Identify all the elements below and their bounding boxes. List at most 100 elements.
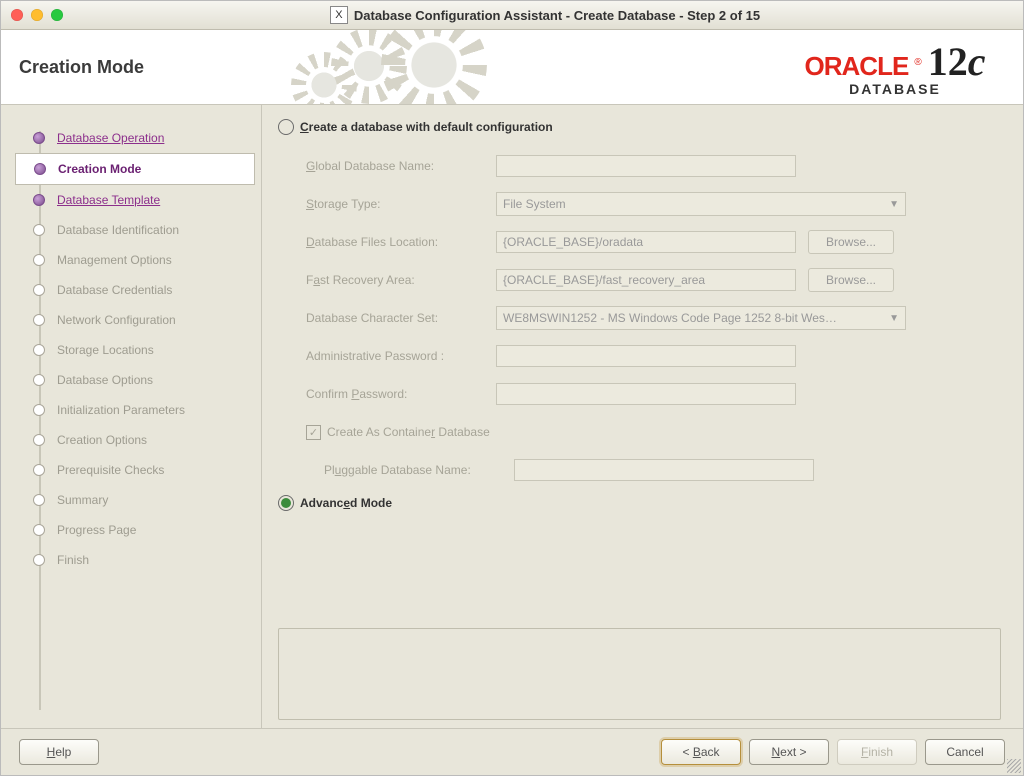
step-bullet [33,254,45,266]
input-confirm-password [496,383,796,405]
step-8: Database Options [15,365,255,395]
step-10: Creation Options [15,425,255,455]
label-character-set: Database Character Set: [306,311,496,325]
footer-bar: Help < Back Next > Finish Cancel [1,728,1023,775]
radio-default-config[interactable] [278,119,294,135]
label-global-db-name: Global Database Name: [306,159,496,173]
titlebar: X Database Configuration Assistant - Cre… [1,1,1023,30]
header-graphic [279,30,785,104]
label-fast-recovery-area: Fast Recovery Area: [306,273,496,287]
input-db-files-location [496,231,796,253]
step-3: Database Identification [15,215,255,245]
step-4: Management Options [15,245,255,275]
label-storage-type: Storage Type: [306,197,496,211]
checkbox-container-db: ✓ Create As Container Database [306,425,490,440]
input-global-db-name [496,155,796,177]
step-bullet [33,284,45,296]
next-button[interactable]: Next > [749,739,829,765]
close-window-button[interactable] [11,9,23,21]
step-6: Network Configuration [15,305,255,335]
chevron-down-icon: ▼ [889,313,899,324]
radio-default-config-label: Create a database with default configura… [300,120,553,134]
radio-advanced-mode-label: Advanced Mode [300,496,392,510]
step-label: Finish [57,553,89,567]
browse-db-files-button: Browse... [808,230,894,254]
input-fast-recovery-area [496,269,796,291]
step-bullet [33,132,45,144]
step-label: Progress Page [57,523,136,537]
step-sidebar: Database Operation Creation Mode Database … [1,105,261,728]
step-12: Summary [15,485,255,515]
step-label: Management Options [57,253,172,267]
step-bullet [33,194,45,206]
step-bullet [34,163,46,175]
content-pane: Create a database with default configura… [261,105,1023,728]
step-bullet [33,344,45,356]
step-label: Network Configuration [57,313,176,327]
step-link[interactable]: Creation Mode [58,162,141,176]
option-advanced-mode[interactable]: Advanced Mode [278,495,1001,511]
label-confirm-password: Confirm Password: [306,387,496,401]
label-db-files-location: Database Files Location: [306,235,496,249]
step-bullet [33,434,45,446]
window-frame: X Database Configuration Assistant - Cre… [0,0,1024,776]
cancel-button[interactable]: Cancel [925,739,1005,765]
step-bullet [33,464,45,476]
option-default-config[interactable]: Create a database with default configura… [278,119,1001,135]
checkbox-cdb: ✓ [306,425,321,440]
step-label: Creation Options [57,433,147,447]
input-pluggable-db-name [514,459,814,481]
step-label: Initialization Parameters [57,403,185,417]
finish-button: Finish [837,739,917,765]
window-title: Database Configuration Assistant - Creat… [354,8,760,23]
label-admin-password: Administrative Password : [306,349,496,363]
resize-grip[interactable] [1007,759,1021,773]
step-7: Storage Locations [15,335,255,365]
step-9: Initialization Parameters [15,395,255,425]
label-create-as-cdb: Create As Container Database [327,425,490,439]
input-admin-password [496,345,796,367]
registered-mark: ® [914,57,921,68]
step-link[interactable]: Database Template [57,193,160,207]
x11-icon: X [330,6,348,24]
step-label: Database Options [57,373,153,387]
chevron-down-icon: ▼ [889,199,899,210]
back-button[interactable]: < Back [661,739,741,765]
step-bullet [33,224,45,236]
brand-block: ORACLE ® 12c DATABASE [785,38,1023,97]
select-storage-type: File System▼ [496,192,906,216]
step-label: Storage Locations [57,343,154,357]
select-character-set: WE8MSWIN1252 - MS Windows Code Page 1252… [496,306,906,330]
step-0[interactable]: Database Operation [15,123,255,153]
step-label: Database Credentials [57,283,172,297]
step-bullet [33,314,45,326]
step-5: Database Credentials [15,275,255,305]
step-bullet [33,524,45,536]
step-link[interactable]: Database Operation [57,131,164,145]
page-header: Creation Mode ORACLE ® 12c DATABASE [1,30,1023,105]
brand-word: ORACLE [805,51,909,82]
help-button[interactable]: Help [19,739,99,765]
step-label: Prerequisite Checks [57,463,164,477]
page-title: Creation Mode [1,57,279,78]
radio-advanced-mode[interactable] [278,495,294,511]
window-controls [11,9,63,21]
step-bullet [33,554,45,566]
step-14: Finish [15,545,255,575]
title-wrap: X Database Configuration Assistant - Cre… [77,6,1013,24]
step-bullet [33,404,45,416]
message-area [278,628,1001,720]
step-1[interactable]: Creation Mode [15,153,255,185]
minimize-window-button[interactable] [31,9,43,21]
step-bullet [33,494,45,506]
brand-version: 12c [928,38,986,85]
default-config-form: Global Database Name: Storage Type: File… [306,147,1001,489]
step-bullet [33,374,45,386]
step-label: Summary [57,493,108,507]
step-label: Database Identification [57,223,179,237]
label-pluggable-db-name: Pluggable Database Name: [306,463,514,477]
step-13: Progress Page [15,515,255,545]
zoom-window-button[interactable] [51,9,63,21]
browse-fra-button: Browse... [808,268,894,292]
step-2[interactable]: Database Template [15,185,255,215]
